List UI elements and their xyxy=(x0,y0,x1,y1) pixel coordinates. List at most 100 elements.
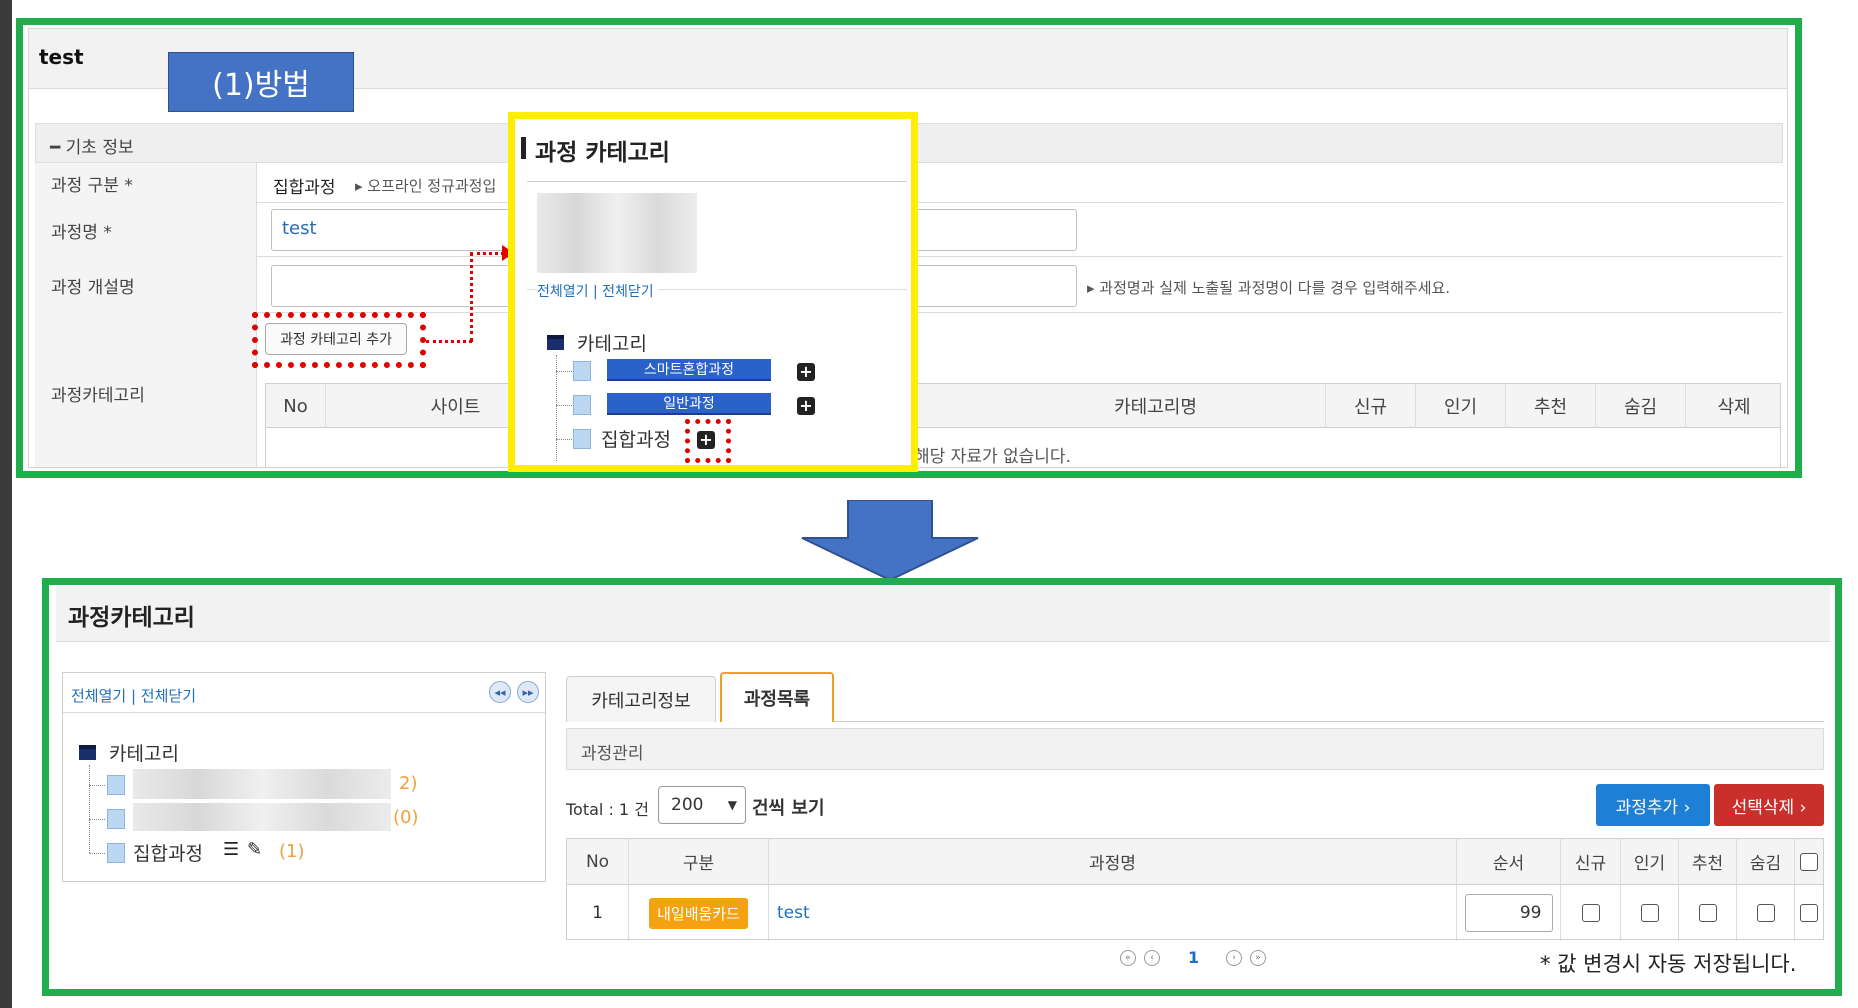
course-type-note: ▸ 오프라인 정규과정입 xyxy=(355,177,497,195)
col-hide: 숨김 xyxy=(1737,839,1795,885)
collapse-left-icon[interactable]: ◂◂ xyxy=(489,681,511,703)
connector-line xyxy=(426,340,472,343)
site-selector-blurred[interactable] xyxy=(537,193,697,273)
document-icon xyxy=(573,429,591,449)
col-delete: 삭제 xyxy=(1717,397,1751,418)
document-icon xyxy=(573,361,591,381)
cell-popular xyxy=(1621,885,1679,941)
category-root-icon xyxy=(79,745,96,760)
tree-line xyxy=(89,819,105,820)
hide-checkbox[interactable] xyxy=(1756,904,1775,922)
category-root-label[interactable]: 카테고리 xyxy=(577,329,647,356)
tree-item-count: (1) xyxy=(279,841,305,862)
chevron-down-icon: ▼ xyxy=(727,798,737,812)
tree-line xyxy=(89,785,105,786)
course-open-name-label: 과정 개설명 xyxy=(35,257,257,313)
col-no: No xyxy=(567,839,629,885)
tab-category-info[interactable]: 카테고리정보 xyxy=(566,676,716,722)
cell-course-name-link[interactable]: test xyxy=(769,885,1457,941)
down-arrow-icon xyxy=(801,500,979,580)
course-type-value: 집합과정 xyxy=(273,178,336,198)
prev-page-icon[interactable]: ‹ xyxy=(1144,950,1160,966)
col-popular: 인기 xyxy=(1621,839,1679,885)
col-recommend: 추천 xyxy=(1506,384,1596,428)
document-icon xyxy=(107,843,125,863)
course-category-label: 과정카테고리 xyxy=(35,313,257,467)
category-root-label[interactable]: 카테고리 xyxy=(109,739,179,766)
tree-item-group[interactable]: 집합과정 xyxy=(133,839,203,866)
course-type-label: 과정 구분 * xyxy=(35,163,257,203)
course-management-bar: 과정관리 xyxy=(566,728,1824,770)
category-tree-panel: 전체열기 | 전체닫기 ◂◂ ▸▸ 카테고리 2) (0) 집합과정 ☰ ✎ (… xyxy=(62,672,546,882)
document-icon xyxy=(107,809,125,829)
first-page-icon[interactable]: « xyxy=(1120,950,1136,966)
page-size-select[interactable]: 200 ▼ xyxy=(658,786,746,824)
col-order: 순서 xyxy=(1457,839,1561,885)
delete-selected-button[interactable]: 선택삭제 › xyxy=(1714,784,1824,826)
window-edge xyxy=(0,0,12,1008)
cell-hide xyxy=(1737,885,1795,941)
category-popup: 과정 카테고리 전체열기 | 전체닫기 카테고리 스마트혼합과정 + 일반과정 … xyxy=(508,112,918,472)
page-size-value: 200 xyxy=(671,795,704,815)
row-checkbox[interactable] xyxy=(1800,904,1818,922)
recommend-checkbox[interactable] xyxy=(1698,904,1717,922)
bottom-header xyxy=(56,586,1830,642)
category-table: No 사이트 카테고리명 신규 인기 추천 숨김 삭제 해당 자료가 없습니다. xyxy=(265,383,1781,467)
col-recommend: 추천 xyxy=(1679,839,1737,885)
method-label: (1)방법 xyxy=(168,52,354,112)
tree-item-smart-blend[interactable]: 스마트혼합과정 xyxy=(607,359,771,381)
col-select-all xyxy=(1795,839,1823,885)
col-type: 구분 xyxy=(629,839,769,885)
tree-line xyxy=(556,371,572,372)
expand-right-icon[interactable]: ▸▸ xyxy=(517,681,539,703)
tree-item-blurred[interactable] xyxy=(133,769,391,799)
col-course-name: 과정명 xyxy=(769,839,1457,885)
last-page-icon[interactable]: » xyxy=(1250,950,1266,966)
plus-highlight xyxy=(685,419,731,463)
edit-icon[interactable]: ✎ xyxy=(247,839,262,860)
tree-item-blurred[interactable] xyxy=(133,803,391,831)
cell-new xyxy=(1561,885,1621,941)
list-icon[interactable]: ☰ xyxy=(223,839,239,860)
tree-item-count: 2) xyxy=(399,773,418,794)
tree-line xyxy=(556,439,572,440)
next-page-icon[interactable]: › xyxy=(1226,950,1242,966)
new-checkbox[interactable] xyxy=(1581,904,1600,922)
tree-item-general[interactable]: 일반과정 xyxy=(607,393,771,415)
title-marker xyxy=(521,137,526,159)
order-input[interactable]: 99 xyxy=(1464,894,1553,932)
col-new: 신규 xyxy=(1561,839,1621,885)
empty-message: 해당 자료가 없습니다. xyxy=(914,447,1071,467)
cell-order: 99 xyxy=(1457,885,1561,941)
popup-title: 과정 카테고리 xyxy=(535,140,670,166)
course-open-name-note: ▸ 과정명과 실제 노출될 과정명이 다를 경우 입력해주세요. xyxy=(1087,279,1451,297)
course-name-label: 과정명 * xyxy=(35,203,257,257)
select-all-checkbox[interactable] xyxy=(1800,852,1818,871)
col-popular: 인기 xyxy=(1416,384,1506,428)
expand-collapse-links[interactable]: 전체열기 | 전체닫기 xyxy=(537,281,658,301)
document-icon xyxy=(107,775,125,795)
cell-type: 내일배움카드 xyxy=(629,885,769,941)
cell-select xyxy=(1795,885,1823,941)
col-no: No xyxy=(266,384,326,428)
tab-course-list[interactable]: 과정목록 xyxy=(720,672,834,722)
col-new: 신규 xyxy=(1326,384,1416,428)
col-hide: 숨김 xyxy=(1596,384,1686,428)
popular-checkbox[interactable] xyxy=(1640,904,1659,922)
plus-icon[interactable]: + xyxy=(797,363,815,381)
document-icon xyxy=(573,395,591,415)
plus-icon[interactable]: + xyxy=(797,397,815,415)
bottom-title: 과정카테고리 xyxy=(68,605,195,631)
tree-line xyxy=(89,853,105,854)
category-root-icon xyxy=(547,335,564,350)
page-title: test xyxy=(39,45,84,69)
tree-item-group[interactable]: 집합과정 xyxy=(601,425,671,452)
type-badge: 내일배움카드 xyxy=(649,897,748,929)
expand-collapse-links[interactable]: 전체열기 | 전체닫기 xyxy=(71,685,196,706)
add-course-button[interactable]: 과정추가 › xyxy=(1596,784,1710,826)
tree-item-count: (0) xyxy=(393,807,419,828)
current-page[interactable]: 1 xyxy=(1188,948,1199,967)
total-count: Total : 1 건 xyxy=(566,800,649,819)
cell-no: 1 xyxy=(567,885,629,941)
connector-line xyxy=(470,252,473,342)
